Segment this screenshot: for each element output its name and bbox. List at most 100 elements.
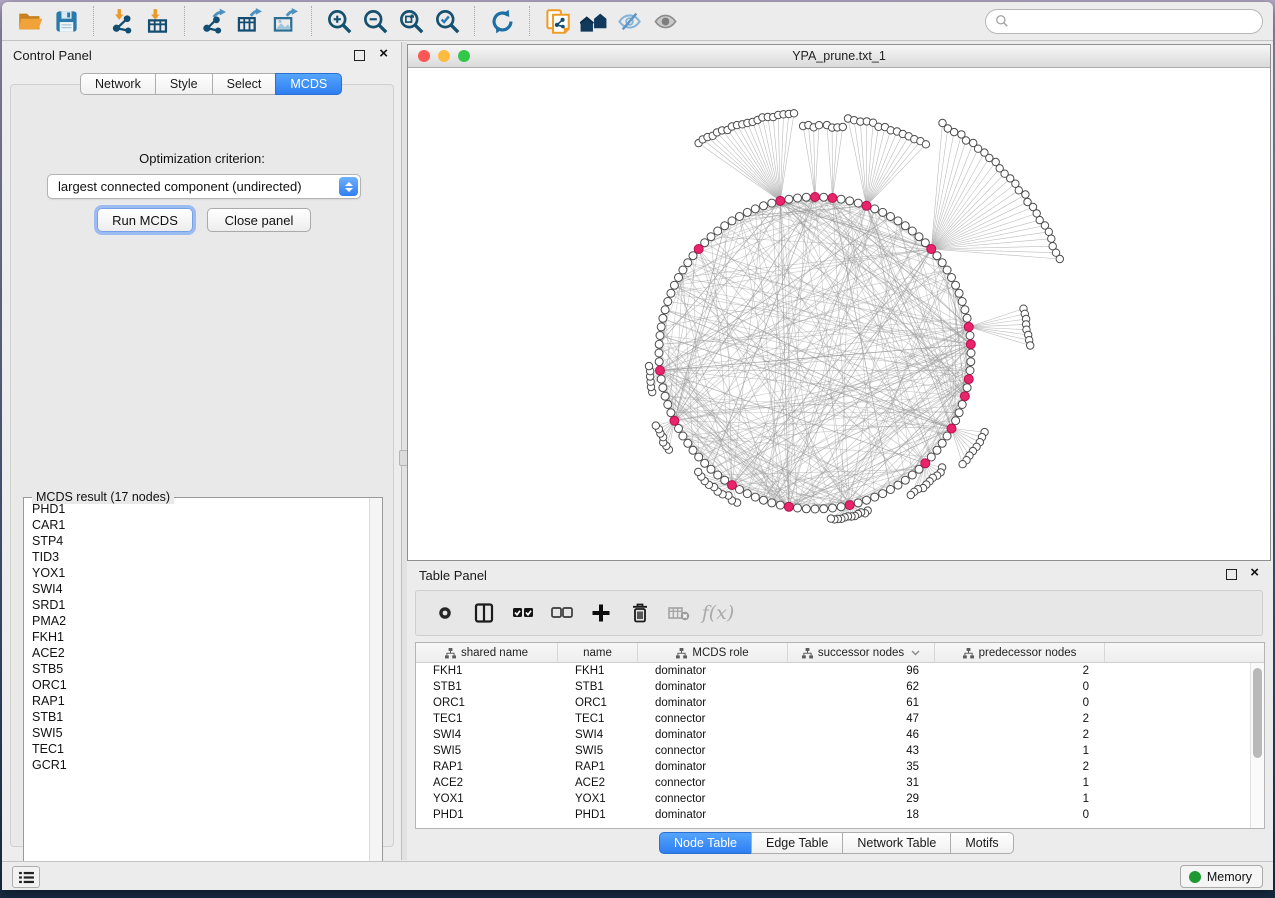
- network-node[interactable]: [894, 217, 902, 225]
- tab-network[interactable]: Network: [80, 73, 156, 95]
- network-leaf-node[interactable]: [1056, 255, 1063, 262]
- mcds-result-item[interactable]: GCR1: [32, 757, 368, 773]
- import-network-button[interactable]: [103, 5, 139, 37]
- network-node[interactable]: [933, 446, 941, 454]
- table-row[interactable]: YOX1YOX1connector291: [416, 791, 1250, 807]
- table-row[interactable]: PHD1PHD1dominator180: [416, 807, 1250, 823]
- network-node[interactable]: [701, 459, 709, 467]
- network-node[interactable]: [655, 358, 663, 366]
- network-node[interactable]: [667, 409, 675, 417]
- import-table-button[interactable]: [139, 5, 175, 37]
- network-node[interactable]: [915, 233, 923, 241]
- mcds-node[interactable]: [656, 366, 665, 375]
- network-node[interactable]: [768, 199, 776, 207]
- function-builder-button[interactable]: f(x): [705, 600, 731, 626]
- mcds-node[interactable]: [960, 392, 969, 401]
- close-panel-button[interactable]: Close panel: [207, 208, 311, 232]
- network-node[interactable]: [776, 501, 784, 509]
- table-tab-network-table[interactable]: Network Table: [842, 832, 951, 854]
- network-node[interactable]: [887, 486, 895, 494]
- network-node[interactable]: [659, 314, 667, 322]
- network-node[interactable]: [811, 505, 819, 513]
- table-row[interactable]: STB1STB1dominator620: [416, 679, 1250, 695]
- network-node[interactable]: [958, 401, 966, 409]
- network-node[interactable]: [802, 193, 810, 201]
- network-leaf-node[interactable]: [922, 141, 929, 148]
- deselect-all-columns-button[interactable]: [549, 600, 575, 626]
- mcds-node[interactable]: [862, 201, 871, 210]
- mcds-result-item[interactable]: TEC1: [32, 741, 368, 757]
- search-field[interactable]: [985, 9, 1263, 34]
- task-history-button[interactable]: [12, 866, 40, 888]
- run-mcds-button[interactable]: Run MCDS: [97, 208, 193, 232]
- network-leaf-node[interactable]: [950, 128, 957, 135]
- network-node[interactable]: [863, 496, 871, 504]
- network-node[interactable]: [961, 306, 969, 314]
- network-node[interactable]: [967, 358, 975, 366]
- network-node[interactable]: [760, 496, 768, 504]
- refresh-button[interactable]: [484, 5, 520, 37]
- delete-table-button[interactable]: [666, 600, 692, 626]
- network-node[interactable]: [908, 227, 916, 235]
- table-scrollbar[interactable]: [1250, 663, 1264, 828]
- network-node[interactable]: [948, 274, 956, 282]
- network-node[interactable]: [871, 205, 879, 213]
- table-row[interactable]: RAP1RAP1dominator352: [416, 759, 1250, 775]
- network-node[interactable]: [952, 417, 960, 425]
- mcds-result-item[interactable]: FKH1: [32, 629, 368, 645]
- network-node[interactable]: [659, 384, 667, 392]
- network-node[interactable]: [901, 222, 909, 230]
- network-node[interactable]: [768, 499, 776, 507]
- network-node[interactable]: [966, 332, 974, 340]
- network-node[interactable]: [655, 340, 663, 348]
- table-row[interactable]: FKH1FKH1dominator962: [416, 663, 1250, 679]
- mcds-result-item[interactable]: SWI4: [32, 581, 368, 597]
- mcds-node[interactable]: [845, 501, 854, 510]
- network-node[interactable]: [820, 193, 828, 201]
- float-panel-icon[interactable]: [354, 50, 365, 61]
- mcds-result-item[interactable]: YOX1: [32, 565, 368, 581]
- table-tab-edge-table[interactable]: Edge Table: [751, 832, 843, 854]
- network-leaf-node[interactable]: [1027, 342, 1034, 349]
- select-all-columns-button[interactable]: [510, 600, 536, 626]
- network-node[interactable]: [829, 504, 837, 512]
- mcds-node[interactable]: [947, 424, 956, 433]
- network-node[interactable]: [908, 471, 916, 479]
- table-scrollbar-thumb[interactable]: [1253, 668, 1262, 758]
- mcds-node[interactable]: [728, 481, 737, 490]
- network-node[interactable]: [661, 392, 669, 400]
- table-row[interactable]: SWI5SWI5connector431: [416, 743, 1250, 759]
- network-leaf-node[interactable]: [695, 468, 702, 475]
- network-leaf-node[interactable]: [815, 122, 822, 129]
- mcds-node[interactable]: [776, 196, 785, 205]
- show-all-button[interactable]: [647, 5, 683, 37]
- network-node[interactable]: [854, 499, 862, 507]
- table-row[interactable]: ACE2ACE2connector311: [416, 775, 1250, 791]
- network-node[interactable]: [887, 213, 895, 221]
- network-node[interactable]: [684, 439, 692, 447]
- network-node[interactable]: [743, 490, 751, 498]
- network-node[interactable]: [963, 314, 971, 322]
- network-node[interactable]: [966, 367, 974, 375]
- network-node[interactable]: [664, 298, 672, 306]
- network-node[interactable]: [679, 432, 687, 440]
- save-session-button[interactable]: [48, 5, 84, 37]
- mcds-result-item[interactable]: STB1: [32, 709, 368, 725]
- mcds-node[interactable]: [784, 502, 793, 511]
- network-node[interactable]: [846, 197, 854, 205]
- network-node[interactable]: [785, 195, 793, 203]
- mcds-result-item[interactable]: STP4: [32, 533, 368, 549]
- network-leaf-node[interactable]: [652, 422, 659, 429]
- network-node[interactable]: [675, 274, 683, 282]
- mcds-node[interactable]: [921, 459, 930, 468]
- mcds-result-item[interactable]: SWI5: [32, 725, 368, 741]
- close-table-panel-icon[interactable]: [1250, 564, 1259, 582]
- network-leaf-node[interactable]: [839, 123, 846, 130]
- first-neighbors-button[interactable]: [575, 5, 611, 37]
- table-row[interactable]: TEC1TEC1connector472: [416, 711, 1250, 727]
- delete-columns-button[interactable]: [627, 600, 653, 626]
- float-table-panel-icon[interactable]: [1226, 569, 1237, 580]
- network-node[interactable]: [684, 259, 692, 267]
- network-node[interactable]: [670, 281, 678, 289]
- network-node[interactable]: [656, 332, 664, 340]
